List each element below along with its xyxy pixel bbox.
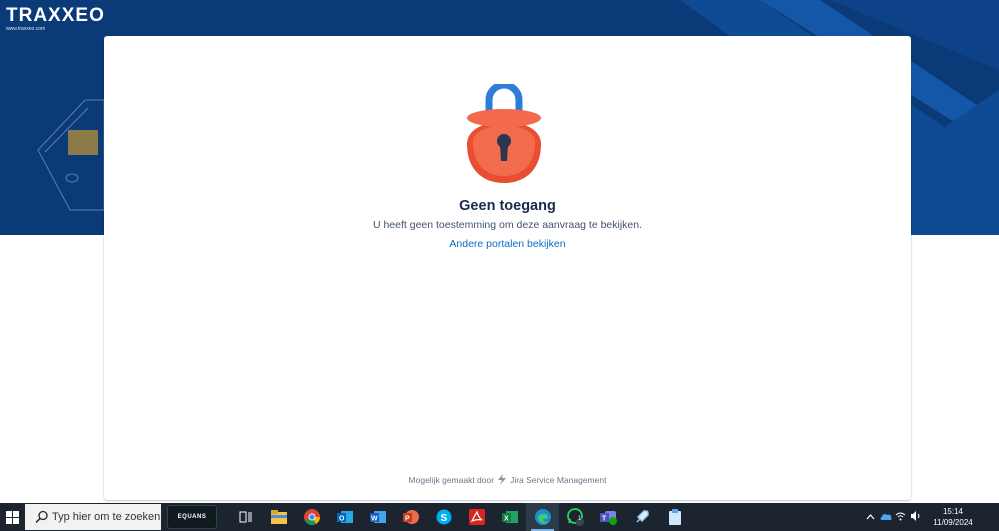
system-tray: 15:14 11/09/2024	[863, 503, 999, 531]
task-view-icon[interactable]	[229, 503, 262, 531]
equans-pinned-app[interactable]: EQUANS	[167, 505, 217, 529]
chevron-up-icon[interactable]	[863, 513, 878, 522]
product-link[interactable]: Jira Service Management	[510, 475, 606, 485]
clock-date: 11/09/2024	[933, 518, 973, 527]
padlock-icon	[467, 84, 541, 183]
powered-by-text: Mogelijk gemaakt door	[408, 474, 495, 485]
jira-bolt-icon	[498, 474, 507, 485]
start-button[interactable]	[0, 503, 24, 531]
whatsapp-badge: 1	[578, 516, 582, 522]
other-portals-link[interactable]: Andere portalen bekijken	[104, 238, 911, 250]
search-icon	[35, 510, 48, 524]
chrome-icon[interactable]	[295, 503, 328, 531]
wifi-icon[interactable]	[893, 511, 908, 523]
powerpoint-icon[interactable]: P	[394, 503, 427, 531]
volume-icon[interactable]	[908, 511, 923, 523]
windows-taskbar: Typ hier om te zoeken EQUANS O W P S X 1…	[0, 503, 999, 531]
taskbar-search-box[interactable]: Typ hier om te zoeken	[25, 504, 161, 530]
skype-icon[interactable]: S	[427, 503, 460, 531]
whatsapp-icon[interactable]: 1	[559, 503, 592, 531]
traxxeo-logo[interactable]: TRAXXEO www.traxxeo.com	[6, 5, 105, 33]
search-placeholder: Typ hier om te zoeken	[52, 511, 161, 523]
page-title: Geen toegang	[459, 198, 556, 214]
rocket-app-icon[interactable]	[625, 503, 658, 531]
file-explorer-icon[interactable]	[262, 503, 295, 531]
powered-by-footer: Mogelijk gemaakt door Jira Service Manag…	[104, 474, 911, 485]
onedrive-icon[interactable]	[878, 512, 893, 522]
svg-text:W: W	[371, 516, 378, 523]
acrobat-icon[interactable]	[460, 503, 493, 531]
windows-logo-icon	[5, 510, 19, 524]
edge-icon[interactable]	[526, 503, 559, 531]
svg-text:O: O	[339, 516, 345, 523]
svg-text:X: X	[504, 516, 509, 523]
svg-text:S: S	[440, 513, 447, 524]
notification-center-button[interactable]	[983, 503, 999, 531]
excel-icon[interactable]: X	[493, 503, 526, 531]
access-denied-card: Geen toegang U heeft geen toestemming om…	[104, 36, 911, 500]
logo-text: TRAXXEO	[6, 5, 105, 26]
logo-url: www.traxxeo.com	[6, 26, 46, 32]
clipboard-app-icon[interactable]	[658, 503, 691, 531]
clock-time: 15:14	[942, 507, 964, 516]
teams-icon[interactable]: T	[592, 503, 625, 531]
permission-message: U heeft geen toestemming om deze aanvraa…	[372, 219, 643, 231]
svg-text:T: T	[602, 516, 607, 523]
svg-text:P: P	[405, 516, 410, 523]
clock[interactable]: 15:14 11/09/2024	[923, 506, 983, 528]
outlook-icon[interactable]: O	[328, 503, 361, 531]
word-icon[interactable]: W	[361, 503, 394, 531]
